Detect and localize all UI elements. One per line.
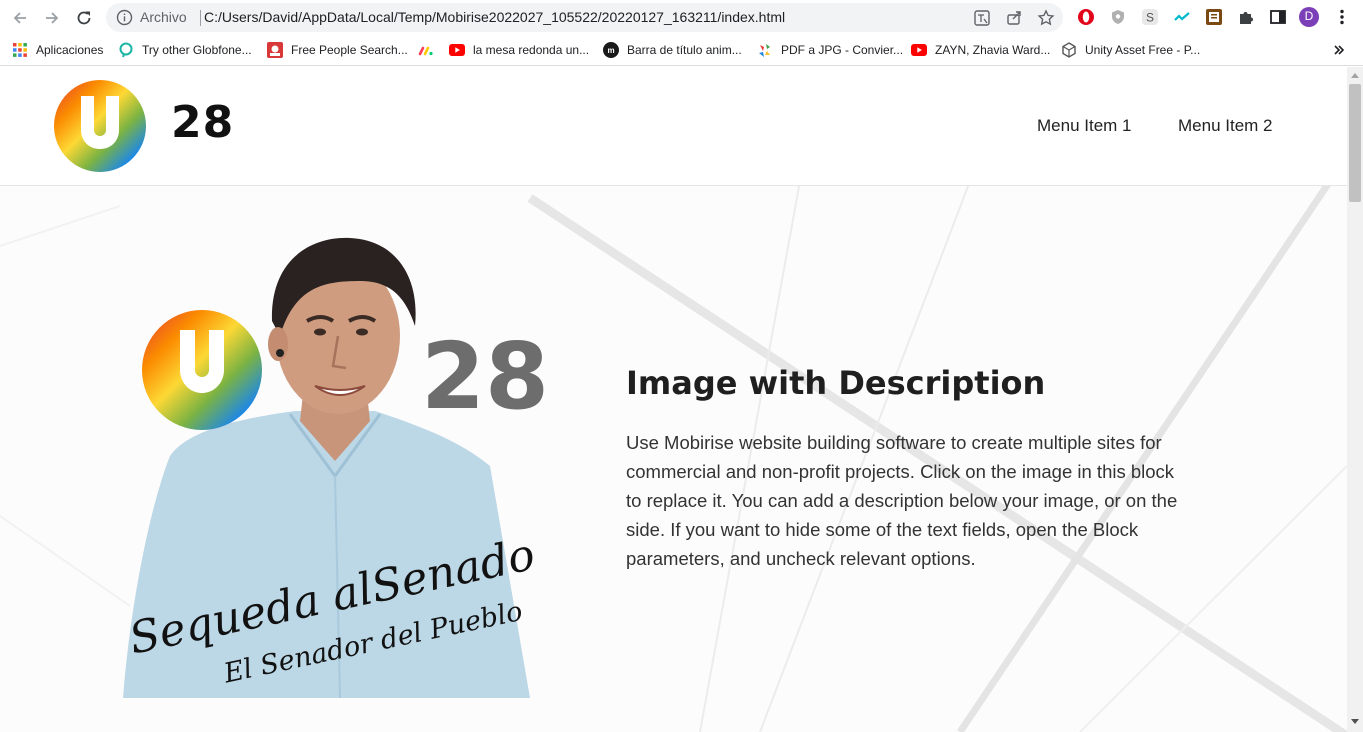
back-button[interactable] [8, 6, 32, 30]
apps-grid-icon [13, 43, 27, 57]
web-page: 28 Menu Item 1 Menu Item 2 28 Sequeda al… [0, 67, 1347, 732]
profile-avatar[interactable]: D [1299, 7, 1319, 27]
nav-menu-item-1[interactable]: Menu Item 1 [1037, 116, 1132, 136]
pdf-converter-icon [759, 44, 770, 57]
section-title: Image with Description [626, 364, 1046, 402]
bookmark-people-search[interactable]: Free People Search... [267, 41, 408, 59]
scroll-up-arrow-icon[interactable] [1350, 71, 1360, 79]
url-text[interactable]: C:/Users/David/AppData/Local/Temp/Mobiri… [204, 9, 785, 25]
monday-icon [418, 46, 433, 56]
double-chevron-right-icon [1334, 45, 1345, 55]
brand-logo[interactable] [54, 80, 146, 172]
trend-extension-icon[interactable] [1172, 7, 1192, 27]
section-description: Use Mobirise website building software t… [626, 432, 1178, 569]
bookmark-label: Try other Globfone... [142, 43, 252, 57]
bookmark-label: PDF a JPG - Convier... [781, 43, 904, 57]
bookmark-monday[interactable] [418, 41, 442, 59]
bookmark-barra-de-titulo[interactable]: m Barra de título anim... [603, 41, 742, 59]
reload-button[interactable] [72, 6, 96, 30]
kebab-menu-icon [1340, 9, 1344, 25]
browser-toolbar: Archivo C:/Users/David/AppData/Local/Tem… [0, 0, 1363, 35]
bookmark-label: Barra de título anim... [627, 43, 742, 57]
share-icon[interactable] [1005, 9, 1023, 27]
nav-menu-item-2[interactable]: Menu Item 2 [1178, 116, 1273, 136]
globfone-icon [119, 42, 133, 58]
svg-text:m: m [607, 46, 614, 55]
s-extension-icon[interactable]: S [1140, 7, 1160, 27]
medium-icon: m [603, 42, 619, 58]
arrow-right-icon [46, 12, 59, 24]
bookmark-unity-asset[interactable]: Unity Asset Free - P... [1061, 41, 1200, 59]
arrow-left-icon [13, 12, 26, 24]
image-with-description-section: 28 Sequeda alSenado El Senador del Puebl… [0, 186, 1347, 732]
bookmark-apps[interactable]: Aplicaciones [12, 41, 103, 59]
svg-text:S: S [1146, 11, 1154, 25]
bookmark-label: Free People Search... [291, 43, 408, 57]
bookmark-la-mesa-redonda[interactable]: la mesa redonda un... [449, 41, 589, 59]
scheme-label: Archivo [140, 9, 187, 25]
bookmark-label: Unity Asset Free - P... [1085, 43, 1201, 57]
scroll-down-arrow-icon[interactable] [1350, 718, 1360, 726]
puzzle-extensions-icon[interactable] [1236, 7, 1256, 27]
site-header: 28 Menu Item 1 Menu Item 2 [0, 67, 1347, 186]
bookmark-label: Aplicaciones [36, 43, 104, 57]
browser-menu-button[interactable] [1332, 7, 1352, 27]
bookmarks-overflow-button[interactable] [1333, 41, 1345, 59]
youtube-icon [911, 44, 927, 56]
scrollbar-thumb[interactable] [1349, 84, 1361, 202]
forward-button[interactable] [40, 6, 64, 30]
logo-number: 28 [421, 323, 549, 430]
omnibox-divider [200, 10, 201, 26]
profile-initial: D [1304, 9, 1314, 23]
bookmark-label: ZAYN, Zhavia Ward... [935, 43, 1051, 57]
shield-extension-icon[interactable] [1108, 7, 1128, 27]
candidate-photo-image[interactable]: 28 Sequeda alSenado El Senador del Puebl… [120, 226, 550, 698]
document-extension-icon[interactable] [1204, 7, 1224, 27]
unity-icon [1062, 42, 1076, 58]
bookmark-pdf-a-jpg[interactable]: PDF a JPG - Convier... [757, 41, 903, 59]
brand-name[interactable]: 28 [171, 97, 234, 148]
bookmarks-bar: Aplicaciones Try other Globfone... Free … [0, 35, 1363, 66]
bookmark-label: la mesa redonda un... [473, 43, 590, 57]
page-scrollbar[interactable] [1347, 67, 1363, 732]
reload-icon [77, 11, 91, 25]
side-panel-icon[interactable] [1268, 7, 1288, 27]
people-search-icon [267, 42, 283, 58]
opera-extension-icon[interactable] [1076, 7, 1096, 27]
youtube-icon [449, 44, 465, 56]
bookmark-globfone[interactable]: Try other Globfone... [118, 41, 252, 59]
bookmark-zayn[interactable]: ZAYN, Zhavia Ward... [911, 41, 1050, 59]
address-bar[interactable]: Archivo C:/Users/David/AppData/Local/Tem… [106, 3, 1063, 32]
translate-icon[interactable] [973, 9, 991, 27]
bookmark-star-icon[interactable] [1037, 9, 1055, 27]
info-icon[interactable] [116, 9, 133, 26]
